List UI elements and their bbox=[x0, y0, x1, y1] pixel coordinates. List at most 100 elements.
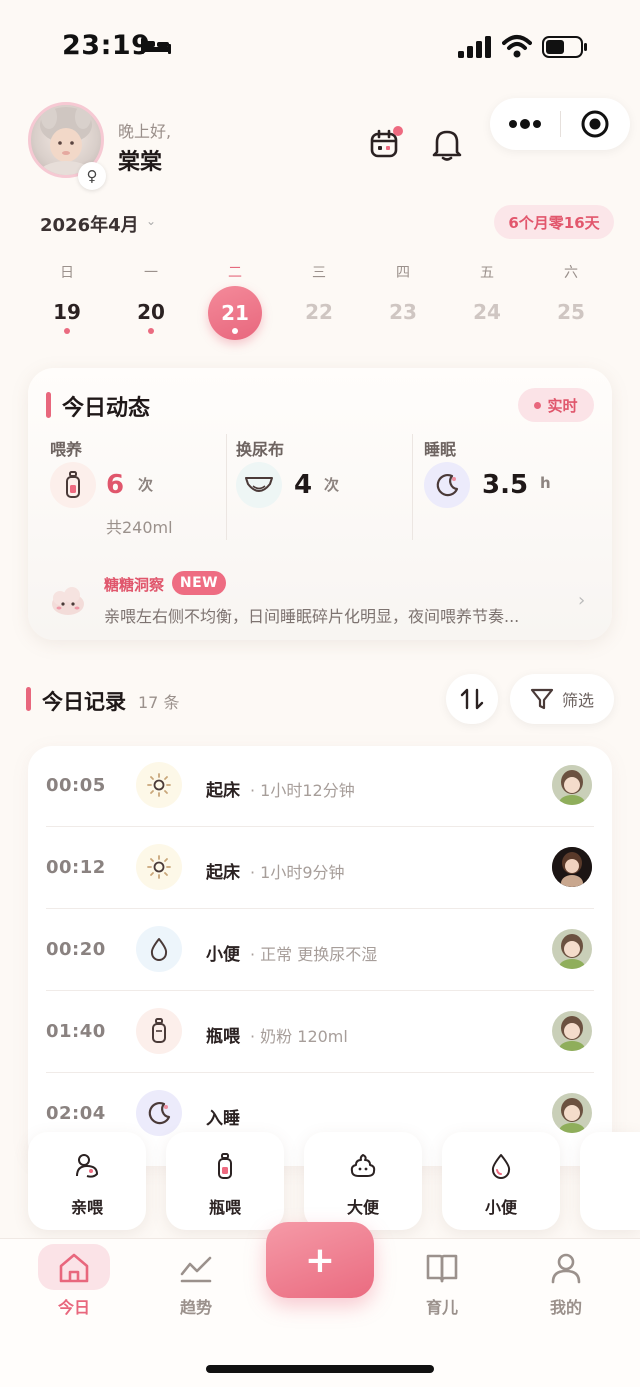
wifi-icon bbox=[502, 35, 532, 58]
more-button[interactable] bbox=[490, 98, 560, 150]
diaper-stat[interactable] bbox=[236, 462, 282, 508]
feeding-total: 共240ml bbox=[106, 518, 173, 537]
caregiver-avatar bbox=[552, 1011, 592, 1051]
record-title[interactable]: 入睡 bbox=[206, 1104, 240, 1129]
sleep-unit: h bbox=[540, 474, 551, 492]
today-title: 今日动态 bbox=[62, 396, 151, 421]
record-icon bbox=[136, 1090, 182, 1136]
target-icon bbox=[581, 110, 609, 138]
insight-text[interactable]: 亲喂左右侧不均衡，日间睡眠碎片化明显，夜间喂养节奏... bbox=[104, 603, 554, 627]
title-accent-bar bbox=[46, 392, 51, 418]
feeding-stat[interactable] bbox=[50, 462, 96, 508]
record-dot bbox=[148, 328, 154, 334]
row-divider bbox=[46, 826, 594, 827]
month-selector[interactable]: 2026年4月 bbox=[40, 211, 139, 237]
caregiver-avatar bbox=[552, 765, 592, 805]
tab-trends[interactable]: 趋势 bbox=[156, 1294, 236, 1318]
record-icon bbox=[136, 762, 182, 808]
user-icon[interactable] bbox=[548, 1250, 584, 1286]
age-badge: 6个月零16天 bbox=[494, 205, 614, 239]
chevron-right-icon[interactable]: › bbox=[578, 590, 585, 611]
weekday-label: 日 bbox=[60, 265, 74, 281]
quick-action-label: 瓶喂 bbox=[208, 1198, 241, 1217]
weekday-label: 二 bbox=[228, 265, 242, 281]
bottle-icon bbox=[152, 1018, 166, 1043]
add-record-button[interactable]: + bbox=[266, 1222, 374, 1298]
quick-action-poop[interactable]: 大便 bbox=[304, 1132, 422, 1230]
row-divider bbox=[46, 1072, 594, 1073]
diaper-unit: 次 bbox=[324, 476, 340, 494]
moon-icon bbox=[148, 1102, 171, 1125]
quick-action-more[interactable] bbox=[580, 1132, 640, 1230]
baby-name[interactable]: 棠棠 bbox=[118, 144, 162, 176]
sleep-label: 睡眠 bbox=[424, 440, 457, 459]
close-miniprogram-button[interactable] bbox=[561, 98, 631, 150]
sleep-stat[interactable] bbox=[424, 462, 470, 508]
calendar-day[interactable]: 20 bbox=[121, 300, 181, 324]
calendar-day[interactable]: 22 bbox=[289, 300, 349, 324]
quick-action-bottle[interactable]: 瓶喂 bbox=[166, 1132, 284, 1230]
breastfeed-icon bbox=[76, 1154, 98, 1178]
live-label: 实时 bbox=[547, 396, 578, 415]
weekday-label: 三 bbox=[312, 265, 326, 281]
avatar[interactable] bbox=[552, 929, 592, 969]
tab-parenting[interactable]: 育儿 bbox=[402, 1294, 482, 1318]
record-dot bbox=[64, 328, 70, 334]
calendar-notification-dot bbox=[393, 126, 403, 136]
record-icon bbox=[136, 926, 182, 972]
record-title[interactable]: 起床 bbox=[206, 858, 240, 883]
sort-icon bbox=[460, 688, 484, 710]
quick-action-label: 小便 bbox=[484, 1198, 517, 1217]
record-detail: · 正常 更换尿不湿 bbox=[250, 945, 378, 964]
record-title[interactable]: 瓶喂 bbox=[206, 1022, 240, 1047]
diaper-label: 换尿布 bbox=[236, 440, 285, 459]
tab-me[interactable]: 我的 bbox=[526, 1294, 606, 1318]
record-detail: · 奶粉 120ml bbox=[250, 1027, 348, 1046]
sort-button[interactable] bbox=[446, 674, 498, 724]
quick-action-breastfeed[interactable]: 亲喂 bbox=[28, 1132, 146, 1230]
avatar[interactable] bbox=[552, 765, 592, 805]
record-time: 02:04 bbox=[46, 1103, 106, 1124]
diaper-count: 4 bbox=[294, 470, 313, 500]
home-icon[interactable] bbox=[56, 1250, 92, 1286]
records-title: 今日记录 bbox=[42, 690, 126, 714]
record-title[interactable]: 小便 bbox=[206, 940, 240, 965]
filter-icon bbox=[530, 688, 554, 710]
row-divider bbox=[46, 908, 594, 909]
insight-title: 糖糖洞察 bbox=[104, 576, 165, 594]
more-dots-icon bbox=[508, 119, 541, 129]
record-time: 01:40 bbox=[46, 1021, 106, 1042]
title-accent-bar bbox=[26, 687, 31, 711]
bell-icon[interactable] bbox=[430, 126, 464, 162]
avatar[interactable] bbox=[552, 1011, 592, 1051]
drop-icon bbox=[150, 938, 168, 961]
weekday-label: 一 bbox=[144, 265, 158, 281]
records-count: 17 条 bbox=[138, 693, 180, 712]
miniprogram-capsule bbox=[490, 98, 630, 150]
live-badge: 实时 bbox=[518, 388, 594, 422]
avatar[interactable] bbox=[552, 847, 592, 887]
chevron-down-icon[interactable]: ⌄ bbox=[146, 214, 156, 228]
feeding-unit: 次 bbox=[138, 476, 154, 494]
row-divider bbox=[46, 990, 594, 991]
record-title[interactable]: 起床 bbox=[206, 776, 240, 801]
drop-icon bbox=[491, 1154, 511, 1179]
calendar-day[interactable]: 19 bbox=[37, 300, 97, 324]
cloud-mascot-icon bbox=[52, 587, 84, 615]
filter-button[interactable]: 筛选 bbox=[510, 674, 614, 724]
calendar-day[interactable]: 24 bbox=[457, 300, 517, 324]
book-icon[interactable] bbox=[424, 1250, 460, 1286]
calendar-day[interactable]: 25 bbox=[541, 300, 601, 324]
avatar[interactable] bbox=[552, 1093, 592, 1133]
feeding-count: 6 bbox=[106, 470, 125, 500]
sun-icon bbox=[147, 773, 171, 797]
new-badge: NEW bbox=[172, 571, 226, 595]
quick-action-pee[interactable]: 小便 bbox=[442, 1132, 560, 1230]
weekday-label: 六 bbox=[564, 265, 578, 281]
trend-icon[interactable] bbox=[178, 1250, 214, 1286]
quick-action-label: 亲喂 bbox=[70, 1198, 103, 1217]
battery-icon bbox=[542, 36, 587, 58]
tab-today[interactable]: 今日 bbox=[34, 1294, 114, 1318]
calendar-day[interactable]: 23 bbox=[373, 300, 433, 324]
bed-icon bbox=[141, 38, 171, 54]
